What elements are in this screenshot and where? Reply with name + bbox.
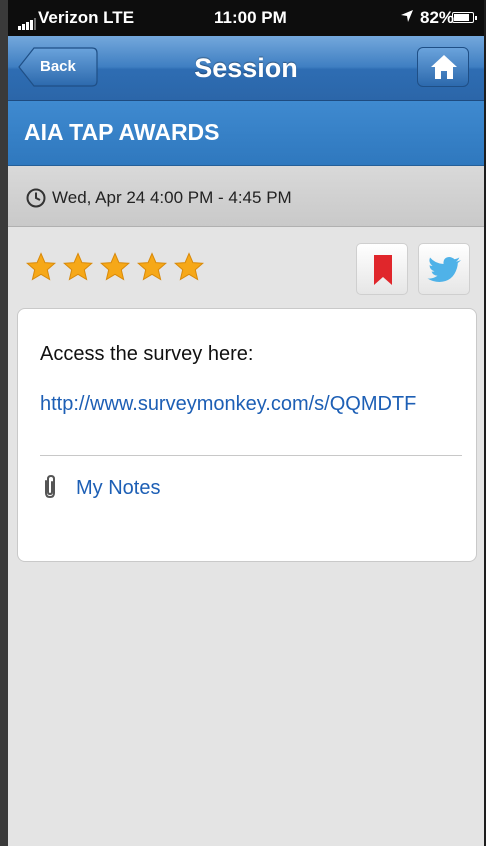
star-rating[interactable]: [26, 252, 211, 287]
home-button[interactable]: [417, 47, 469, 87]
navigation-bar: Back Session: [8, 36, 484, 101]
star-icon[interactable]: [137, 252, 167, 282]
twitter-icon: [427, 257, 461, 282]
survey-description: Access the survey here:: [40, 343, 254, 365]
star-icon[interactable]: [174, 252, 204, 282]
status-bar: Verizon LTE 11:00 PM 82%: [8, 0, 484, 36]
session-details-card: Access the survey here: http://www.surve…: [17, 308, 477, 562]
carrier-label: Verizon LTE: [38, 8, 135, 27]
battery-icon: [452, 12, 477, 23]
location-arrow-icon: [401, 10, 413, 22]
session-title-bar: AIA TAP AWARDS: [8, 101, 484, 166]
bookmark-icon: [374, 255, 392, 285]
battery-percentage: 82%: [420, 8, 455, 27]
app-screen: Verizon LTE 11:00 PM 82% Back Session AI…: [8, 0, 484, 846]
home-icon: [431, 55, 457, 79]
session-title: AIA TAP AWARDS: [24, 119, 220, 145]
clock-icon: [26, 188, 46, 208]
page-title: Session: [194, 53, 298, 83]
survey-link[interactable]: http://www.surveymonkey.com/s/QQMDTF: [40, 393, 416, 416]
divider: [40, 455, 462, 456]
session-time: Wed, Apr 24 4:00 PM - 4:45 PM: [52, 188, 292, 207]
paperclip-icon: [45, 474, 55, 499]
signal-strength-icon: [18, 18, 36, 30]
star-icon[interactable]: [26, 252, 56, 282]
session-time-row: Wed, Apr 24 4:00 PM - 4:45 PM: [8, 166, 484, 227]
bookmark-button[interactable]: [356, 243, 408, 295]
status-time: 11:00 PM: [214, 8, 287, 27]
star-icon[interactable]: [63, 252, 93, 282]
star-icon[interactable]: [100, 252, 130, 282]
my-notes-link[interactable]: My Notes: [76, 477, 160, 500]
twitter-button[interactable]: [418, 243, 470, 295]
